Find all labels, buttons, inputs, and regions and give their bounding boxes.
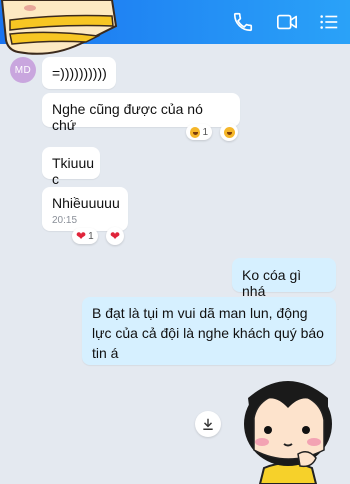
menu-list-icon[interactable] (318, 11, 340, 33)
heart-icon: ❤ (109, 229, 121, 243)
add-reaction-button[interactable] (220, 123, 238, 141)
incoming-message[interactable]: =)))))))))) (42, 57, 116, 89)
reaction-summary[interactable]: ❤ 1 (72, 228, 98, 244)
outgoing-message[interactable]: Ko cóa gì nhá (232, 258, 336, 299)
phone-icon[interactable] (232, 11, 254, 33)
incoming-message[interactable]: Tkiuuu c (42, 147, 100, 187)
message-text: Nghe cũng được của nó chứ (52, 101, 203, 133)
message-text: Ko cóa gì nhá (242, 267, 302, 299)
contact-avatar[interactable]: MD (10, 57, 36, 83)
outgoing-message[interactable]: B đạt là tụi m vui dã man lun, động lực … (82, 297, 336, 365)
heart-reaction-icon: ❤ (76, 229, 87, 243)
laugh-icon (223, 126, 235, 138)
incoming-message[interactable]: Nghe cũng được của nó chứ (42, 93, 240, 133)
avatar-initials: MD (14, 64, 32, 76)
message-text: B đạt là tụi m vui dã man lun, động lực … (92, 305, 324, 361)
message-time: 20:15 (52, 215, 78, 226)
incoming-message[interactable]: Nhiềuuuuu 20:15 (42, 187, 128, 231)
laugh-reaction-icon (190, 126, 201, 138)
girl-sticker[interactable] (228, 368, 348, 484)
message-text: Tkiuuu c (52, 155, 95, 187)
message-text: =)))))))))) (52, 65, 107, 81)
message-text: Nhiềuuuuu (52, 195, 120, 211)
reaction-count: 1 (202, 126, 208, 138)
cake-sticker (0, 0, 118, 55)
video-call-icon[interactable] (276, 11, 298, 33)
download-icon (203, 418, 213, 430)
reaction-summary[interactable]: 1 (186, 124, 212, 140)
download-button[interactable] (195, 411, 221, 437)
reaction-count: 1 (88, 230, 94, 242)
add-reaction-button[interactable]: ❤ (106, 227, 124, 245)
